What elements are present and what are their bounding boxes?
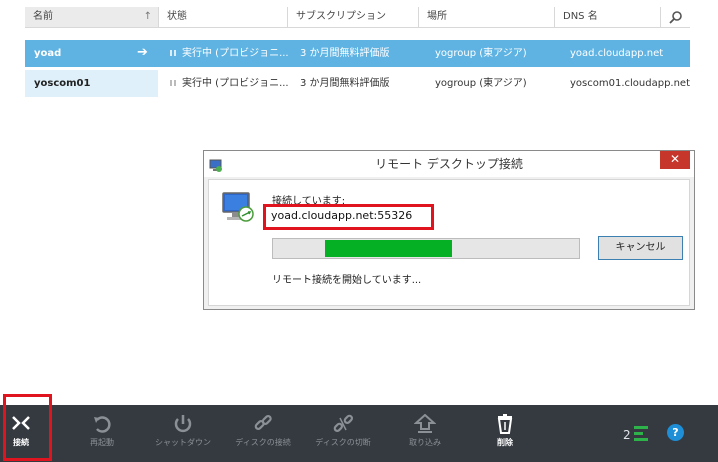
- monitor-icon: [221, 190, 255, 224]
- row-subscription: 3 か月間無料評価版: [300, 48, 390, 59]
- attach-disk-icon: [254, 414, 272, 431]
- column-header-status[interactable]: 状態: [159, 7, 287, 27]
- column-header-name-label: 名前: [33, 11, 53, 22]
- selected-count[interactable]: 2: [623, 425, 631, 445]
- help-icon[interactable]: ?: [667, 424, 684, 441]
- column-header-name[interactable]: 名前 ↑: [25, 7, 158, 27]
- table-row[interactable]: yoscom01 実行中 (プロビジョニ... 3 か月間無料評価版 yogro…: [25, 70, 690, 97]
- status-icon: [170, 80, 176, 86]
- row-name[interactable]: yoscom01: [25, 70, 158, 97]
- row-dns: yoad.cloudapp.net: [570, 48, 664, 59]
- column-header-location[interactable]: 場所: [419, 7, 554, 27]
- restart-button[interactable]: 再起動: [72, 405, 132, 462]
- column-header-subscription-label: サブスクリプション: [296, 11, 386, 22]
- search-icon[interactable]: [661, 7, 690, 27]
- status-icon: [170, 50, 176, 56]
- row-dns: yoscom01.cloudapp.net: [570, 78, 690, 89]
- attach-disk-button[interactable]: ディスクの接続: [228, 405, 298, 462]
- attach-disk-label: ディスクの接続: [235, 438, 291, 447]
- host-address: yoad.cloudapp.net:55326: [271, 209, 413, 222]
- column-header-dns-label: DNS 名: [563, 11, 598, 22]
- remote-desktop-dialog: リモート デスクトップ接続 ✕ 接続しています: yoad.cloudapp.n…: [203, 150, 695, 310]
- table-header: 名前 ↑ 状態 サブスクリプション 場所 DNS 名: [25, 7, 690, 28]
- detach-disk-icon: [333, 414, 354, 433]
- column-header-location-label: 場所: [427, 11, 447, 22]
- delete-label: 削除: [497, 438, 513, 447]
- column-header-status-label: 状態: [167, 11, 187, 22]
- dialog-title: リモート デスクトップ接続: [375, 157, 523, 171]
- list-icon[interactable]: [633, 425, 651, 443]
- detach-disk-button[interactable]: ディスクの切断: [308, 405, 378, 462]
- status-text: リモート接続を開始しています...: [272, 275, 422, 286]
- column-header-dns[interactable]: DNS 名: [555, 7, 660, 27]
- row-status: 実行中 (プロビジョニ...: [170, 40, 298, 67]
- shutdown-label: シャットダウン: [155, 438, 211, 447]
- cancel-button[interactable]: キャンセル: [598, 236, 683, 260]
- connect-highlight-box: [3, 394, 52, 461]
- delete-button[interactable]: 削除: [482, 405, 528, 462]
- sort-arrow-icon[interactable]: ↑: [144, 7, 152, 27]
- row-location: yogroup (東アジア): [435, 78, 527, 89]
- detach-disk-label: ディスクの切断: [315, 438, 371, 447]
- command-bar: 接続 再起動 シャットダウン ディスクの接続 ディスクの切断 取り込み 削除 2…: [0, 394, 718, 462]
- row-status: 実行中 (プロビジョニ...: [170, 70, 298, 97]
- progress-fill: [325, 240, 452, 257]
- column-header-subscription[interactable]: サブスクリプション: [288, 7, 418, 27]
- dialog-title-bar[interactable]: リモート デスクトップ接続 ✕: [204, 151, 694, 177]
- row-location: yogroup (東アジア): [435, 48, 527, 59]
- close-icon[interactable]: ✕: [670, 152, 680, 166]
- dialog-content: 接続しています: yoad.cloudapp.net:55326 キャンセル リ…: [208, 179, 690, 306]
- progress-bar: [272, 238, 580, 259]
- close-button[interactable]: ✕: [660, 151, 690, 169]
- power-icon: [174, 415, 192, 433]
- trash-icon: [497, 414, 513, 434]
- capture-button[interactable]: 取り込み: [395, 405, 455, 462]
- dialog-app-icon: [209, 156, 223, 172]
- restart-icon: [94, 416, 111, 433]
- table-row[interactable]: yoad ➔ 実行中 (プロビジョニ... 3 か月間無料評価版 yogroup…: [25, 40, 690, 67]
- selected-count-number: 2: [623, 428, 631, 442]
- capture-label: 取り込み: [409, 438, 441, 447]
- arrow-right-icon[interactable]: ➔: [137, 40, 148, 67]
- capture-icon: [414, 414, 436, 433]
- row-subscription: 3 か月間無料評価版: [300, 78, 390, 89]
- restart-label: 再起動: [90, 438, 114, 447]
- shutdown-button[interactable]: シャットダウン: [152, 405, 214, 462]
